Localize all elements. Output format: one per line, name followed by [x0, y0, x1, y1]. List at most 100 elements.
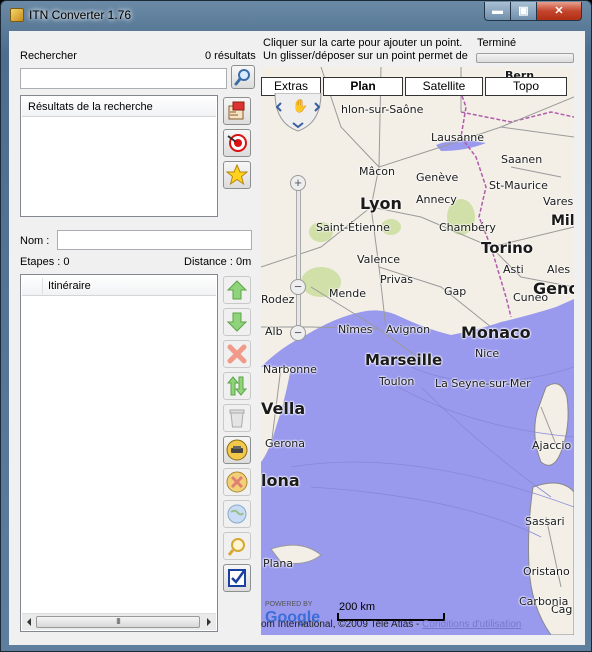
city-narbonne: Narbonne: [263, 363, 317, 376]
route-distance: Distance : 0m: [184, 256, 252, 268]
add-to-route-button[interactable]: [223, 97, 251, 125]
city-torino: Torino: [481, 239, 534, 257]
target-icon: [227, 134, 247, 152]
city-lyon: Lyon: [360, 194, 402, 213]
cancel-circle-icon: [226, 471, 248, 493]
search-result-count: 0 résultats: [205, 50, 256, 62]
city-chambery: Chambéry: [439, 221, 496, 234]
city-ajaccio: Ajaccio: [532, 439, 572, 452]
terms-link[interactable]: Conditions d'utilisation: [422, 619, 521, 630]
magnifier-icon: [234, 69, 250, 86]
city-macon: Mâcon: [359, 165, 395, 178]
car-route-button[interactable]: [223, 436, 251, 464]
zoom-handle[interactable]: −: [290, 279, 306, 295]
globe-button[interactable]: [223, 500, 251, 528]
city-stetienne: Saint-Étienne: [316, 221, 390, 234]
minimize-button[interactable]: ▬: [484, 2, 511, 21]
city-gap: Gap: [444, 285, 467, 298]
zoom-out-icon[interactable]: −: [290, 325, 306, 341]
name-label: Nom :: [20, 235, 50, 247]
search-button[interactable]: [231, 65, 255, 89]
city-carbonia: Carbonia: [519, 595, 569, 608]
copyright-text: om International, ©2009 Tele Atlas -: [261, 619, 420, 630]
city-toulon: Toulon: [379, 375, 415, 388]
steps-count: Etapes : 0: [20, 256, 70, 268]
city-geneve: Genève: [416, 171, 459, 184]
client-area: Rechercher 0 résultats Résultats de la r…: [9, 31, 585, 645]
cancel-route-button[interactable]: [223, 468, 251, 496]
city-plana: Plana: [263, 557, 294, 570]
zoom-track[interactable]: [296, 183, 301, 333]
delete-x-icon: [227, 344, 247, 364]
zoom-slider[interactable]: + − −: [290, 175, 306, 343]
app-icon: [10, 8, 24, 22]
scroll-left-icon[interactable]: [27, 618, 31, 626]
city-asti: Asti: [503, 263, 524, 276]
zoom-in-icon[interactable]: +: [290, 175, 306, 191]
map-tab-plan[interactable]: Plan: [323, 77, 403, 96]
map-view[interactable]: Bern hlon-sur-Saône Lausanne Saanen Mâco…: [261, 67, 574, 635]
city-sassari: Sassari: [525, 515, 565, 528]
progress-bar: [476, 53, 574, 63]
recycle-button[interactable]: [223, 404, 251, 432]
title-bar[interactable]: ITN Converter 1.76 ▬ ▣ ✕: [1, 1, 591, 29]
horizontal-scrollbar[interactable]: III: [22, 613, 216, 630]
column-separator: [42, 278, 43, 294]
city-saanen: Saanen: [501, 153, 543, 166]
city-vella: Vella: [261, 399, 306, 418]
svg-text:✋: ✋: [292, 98, 308, 114]
city-lausanne: Lausanne: [431, 131, 485, 144]
search-location-button[interactable]: [223, 532, 251, 560]
recycle-bin-icon: [229, 409, 245, 428]
city-monaco: Monaco: [461, 323, 531, 342]
globe-icon: [227, 504, 247, 524]
arrow-down-icon: [226, 312, 248, 332]
hint-line-1: Cliquer sur la carte pour ajouter un poi…: [263, 37, 463, 49]
map-tab-satellite[interactable]: Satellite: [405, 77, 483, 96]
move-up-button[interactable]: [223, 276, 251, 304]
swap-arrows-icon: [226, 376, 248, 396]
import-icon: [228, 101, 245, 120]
status-text: Terminé: [477, 37, 517, 49]
city-geno: Geno: [533, 279, 574, 298]
move-down-button[interactable]: [223, 308, 251, 336]
city-laseyne: La Seyne-sur-Mer: [435, 377, 531, 390]
city-marseille: Marseille: [365, 351, 443, 369]
scroll-thumb[interactable]: III: [36, 616, 200, 628]
close-button[interactable]: ✕: [536, 2, 582, 21]
favorite-button[interactable]: [223, 161, 251, 189]
target-button[interactable]: [223, 129, 251, 157]
scale-label: 200 km: [339, 601, 376, 613]
app-window: ITN Converter 1.76 ▬ ▣ ✕ Rechercher 0 ré…: [0, 0, 592, 652]
pan-control[interactable]: ✋: [273, 93, 323, 133]
route-name-input[interactable]: [57, 230, 252, 250]
checklist-icon: [228, 569, 246, 587]
city-alessandria: Ales: [547, 263, 571, 276]
city-nimes: Nîmes: [338, 323, 373, 336]
arrow-up-icon: [226, 280, 248, 300]
hint-line-2: Un glisser/déposer sur un point permet d…: [263, 50, 468, 62]
scroll-right-icon[interactable]: [207, 618, 211, 626]
city-nice: Nice: [475, 347, 500, 360]
city-vares: Vares: [543, 195, 574, 208]
maximize-button[interactable]: ▣: [510, 2, 537, 21]
city-chalon: hlon-sur-Saône: [341, 103, 424, 116]
search-results-list[interactable]: Résultats de la recherche: [20, 95, 218, 217]
city-privas: Privas: [380, 273, 413, 286]
itinerary-list[interactable]: Itinéraire III: [20, 274, 218, 632]
car-icon: [226, 439, 248, 461]
city-annecy: Annecy: [416, 193, 457, 206]
city-valence: Valence: [357, 253, 401, 266]
city-lona: lona: [261, 471, 300, 490]
reverse-route-button[interactable]: [223, 372, 251, 400]
map-tab-topo[interactable]: Topo: [485, 77, 567, 96]
city-stmaurice: St-Maurice: [489, 179, 548, 192]
itinerary-column-header[interactable]: Itinéraire: [22, 276, 216, 296]
delete-step-button[interactable]: [223, 340, 251, 368]
results-column-header[interactable]: Résultats de la recherche: [22, 97, 216, 117]
zoom-icon: [227, 538, 245, 556]
validate-button[interactable]: [223, 564, 251, 592]
city-gerona: Gerona: [265, 437, 306, 450]
search-input[interactable]: [20, 68, 227, 89]
city-avignon: Avignon: [386, 323, 431, 336]
